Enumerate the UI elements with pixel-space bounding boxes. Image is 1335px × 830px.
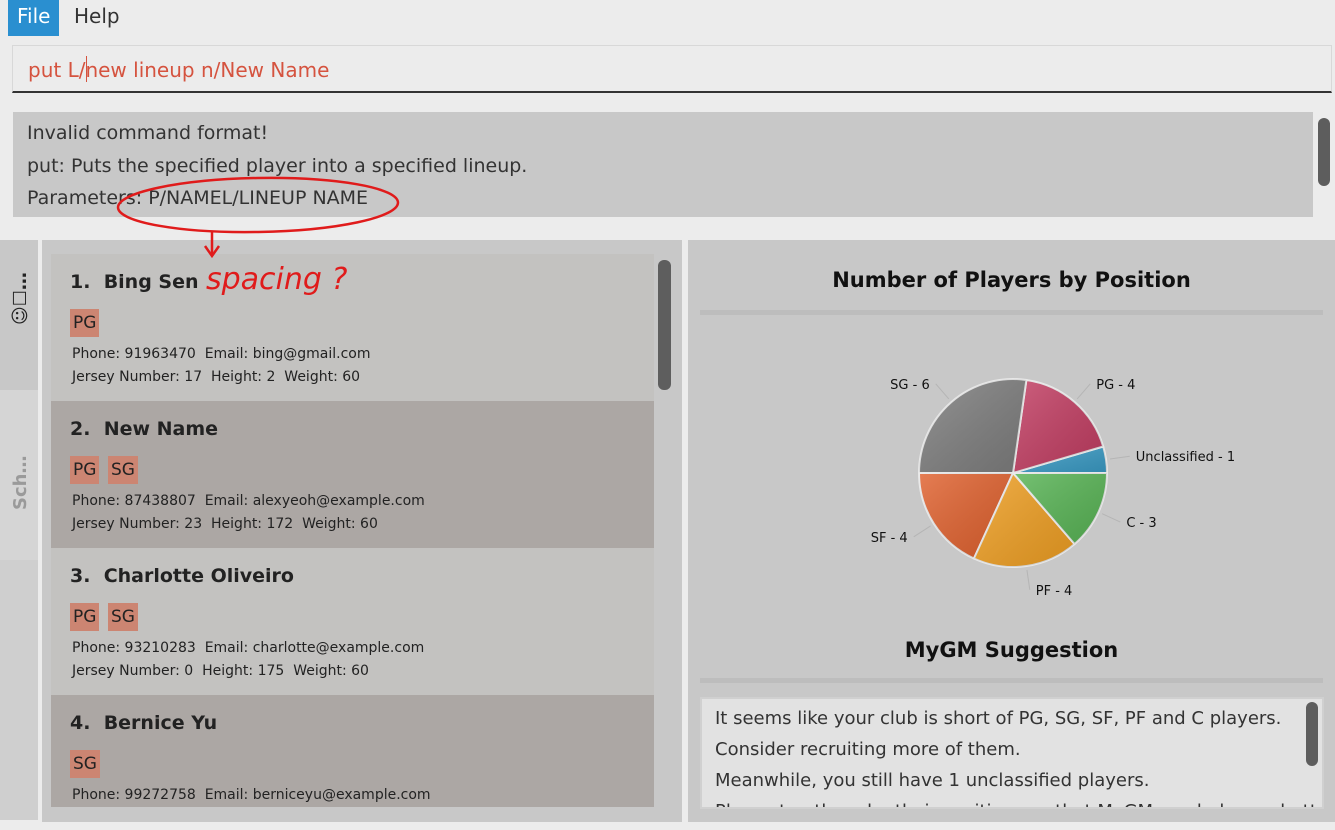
suggestion-title: MyGM Suggestion bbox=[904, 638, 1119, 662]
pie-label: PG - 4 bbox=[1096, 378, 1135, 393]
pie-label: SF - 4 bbox=[871, 531, 908, 546]
command-input[interactable]: put L/new lineup n/New Name bbox=[12, 45, 1332, 93]
position-tag: SG bbox=[70, 750, 100, 778]
pie-leader-line bbox=[1026, 569, 1031, 590]
suggestion-box: It seems like your club is short of PG, … bbox=[700, 697, 1324, 809]
player-card[interactable]: 3. Charlotte Oliveiro PG SG Phone: 93210… bbox=[51, 548, 654, 695]
divider bbox=[700, 678, 1323, 683]
result-scrollbar[interactable] bbox=[1318, 118, 1330, 186]
result-line-1: Invalid command format! bbox=[27, 122, 269, 144]
position-tag: PG bbox=[70, 456, 100, 484]
tab-schedule-label: Sch… bbox=[10, 455, 31, 510]
player-card[interactable]: 2. New Name PG SG Phone: 87438807 Email:… bbox=[51, 401, 654, 548]
list-scrollbar[interactable] bbox=[658, 260, 671, 390]
player-card[interactable]: 4. Bernice Yu SG Phone: 99272758 Email: … bbox=[51, 695, 654, 807]
tab-players[interactable]: ☺☐… bbox=[0, 240, 38, 390]
suggestion-line: Meanwhile, you still have 1 unclassified… bbox=[715, 770, 1150, 791]
player-name: 3. Charlotte Oliveiro bbox=[70, 565, 294, 587]
player-card[interactable]: 1. Bing Sen PG Phone: 91963470 Email: bi… bbox=[51, 254, 654, 401]
player-name: 1. Bing Sen bbox=[70, 271, 199, 293]
menu-bar: File Help bbox=[0, 0, 1335, 36]
suggestion-line: Consider recruiting more of them. bbox=[715, 739, 1021, 760]
chart-title: Number of Players by Position bbox=[832, 268, 1191, 292]
player-name: 2. New Name bbox=[70, 418, 219, 440]
pie-leader-line bbox=[1076, 383, 1091, 400]
suggestion-scrollbar[interactable] bbox=[1306, 702, 1318, 766]
result-line-3: Parameters: P/NAMEL/LINEUP NAME bbox=[27, 187, 369, 209]
pie-slice-shade bbox=[919, 379, 1027, 473]
suggestion-line: It seems like your club is short of PG, … bbox=[715, 708, 1282, 729]
pie-label: SG - 6 bbox=[890, 378, 930, 393]
menu-help[interactable]: Help bbox=[65, 0, 129, 36]
player-stats: Jersey Number: 17 Height: 2 Weight: 60 bbox=[72, 369, 361, 385]
position-tag: SG bbox=[108, 456, 138, 484]
result-line-2: put: Puts the specified player into a sp… bbox=[27, 155, 528, 177]
player-name: 4. Bernice Yu bbox=[70, 712, 218, 734]
status-strip bbox=[0, 822, 1335, 830]
pie-leader-line bbox=[1101, 513, 1121, 523]
pie-leader-line bbox=[913, 525, 931, 538]
position-pie-chart: Unclassified - 1 PG - 4 SG - 6 SF - 4 PF - 4… bbox=[871, 378, 1235, 599]
suggestion-line: Please tag them by their positions so th… bbox=[715, 801, 1322, 807]
pie-leader-line bbox=[1109, 455, 1130, 460]
pie-label: PF - 4 bbox=[1036, 584, 1073, 599]
text-caret bbox=[86, 56, 87, 82]
divider bbox=[700, 310, 1323, 315]
position-tag: PG bbox=[70, 603, 100, 631]
player-contact: Phone: 99272758 Email: berniceyu@example… bbox=[72, 787, 431, 803]
player-stats: Jersey Number: 23 Height: 172 Weight: 60 bbox=[72, 516, 378, 532]
position-tag: SG bbox=[108, 603, 138, 631]
player-contact: Phone: 91963470 Email: bing@gmail.com bbox=[72, 346, 371, 362]
pie-label: C - 3 bbox=[1126, 516, 1156, 531]
menu-file[interactable]: File bbox=[8, 0, 60, 36]
player-stats: Jersey Number: 0 Height: 175 Weight: 60 bbox=[72, 663, 369, 679]
tab-players-label: ☺☐… bbox=[10, 272, 31, 325]
command-text[interactable]: put L/new lineup n/New Name bbox=[28, 58, 329, 82]
player-contact: Phone: 87438807 Email: alexyeoh@example.… bbox=[72, 493, 425, 509]
pie-slices bbox=[917, 378, 1109, 568]
position-tag: PG bbox=[70, 309, 100, 337]
pie-label: Unclassified - 1 bbox=[1136, 450, 1235, 465]
tab-schedule[interactable]: Sch… bbox=[0, 390, 38, 560]
player-contact: Phone: 93210283 Email: charlotte@example… bbox=[72, 640, 425, 656]
tab-bar: ☺☐… Sch… bbox=[0, 240, 38, 820]
result-display: Invalid command format! put: Puts the sp… bbox=[13, 112, 1313, 217]
pie-leader-line bbox=[935, 383, 950, 400]
